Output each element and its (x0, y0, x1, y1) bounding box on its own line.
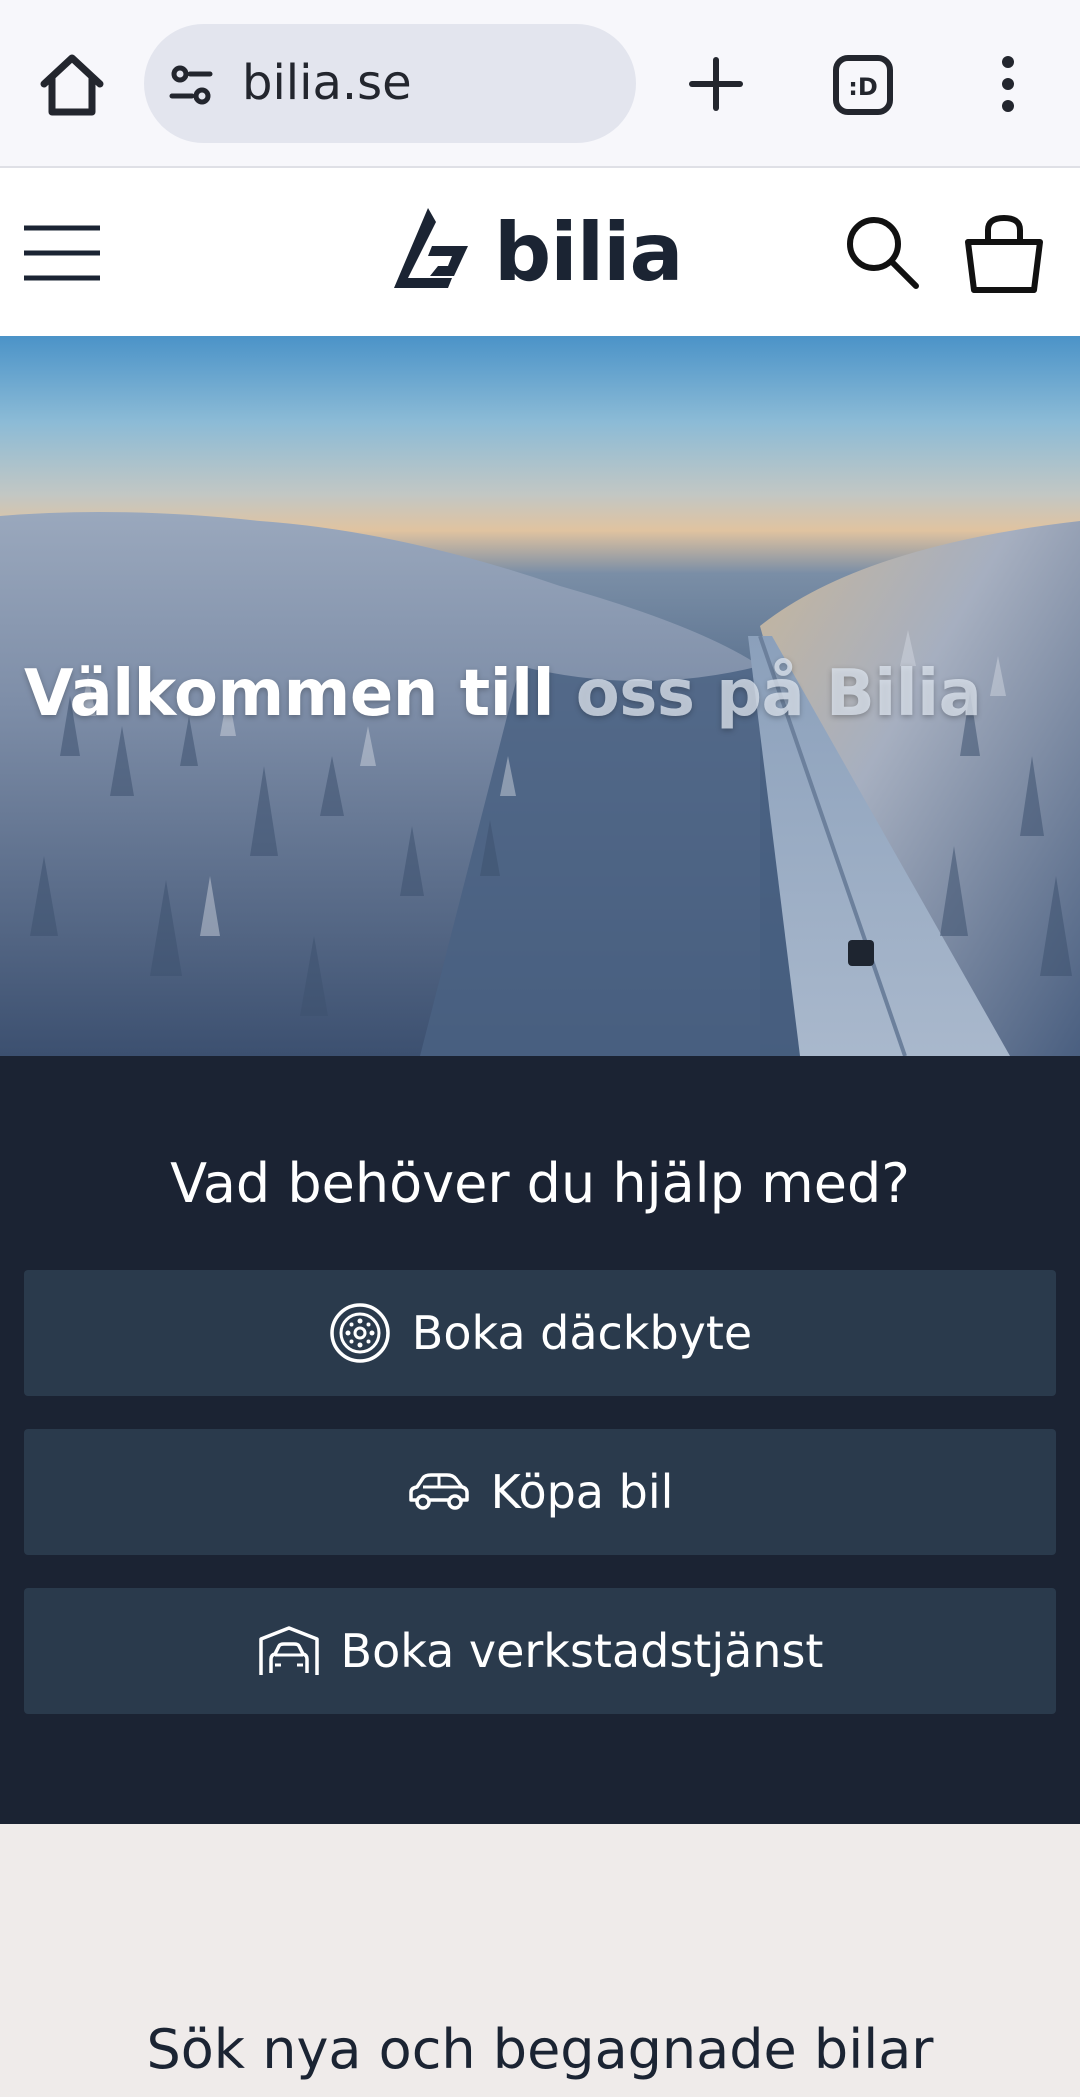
help-heading: Vad behöver du hjälp med? (170, 1152, 910, 1215)
book-tire-change-label: Boka däckbyte (411, 1306, 753, 1360)
bilia-logo[interactable]: bilia (392, 204, 684, 300)
tire-icon (328, 1301, 392, 1365)
shopping-bag-icon[interactable] (962, 212, 1046, 296)
book-workshop-service-button[interactable]: Boka verkstadstjänst (24, 1588, 1056, 1714)
more-vert-icon[interactable] (984, 52, 1032, 116)
book-workshop-service-label: Boka verkstadstjänst (340, 1624, 824, 1678)
garage-icon (257, 1619, 321, 1683)
buy-car-button[interactable]: Köpa bil (24, 1429, 1056, 1555)
home-icon[interactable] (36, 50, 108, 120)
buy-car-label: Köpa bil (490, 1465, 674, 1519)
car-search-section: Sök nya och begagnade bilar (0, 1824, 1080, 2097)
tab-count-badge: :D (848, 73, 878, 101)
car-icon (407, 1460, 471, 1524)
hero-title-primary: Välkommen till (24, 657, 555, 731)
site-settings-icon[interactable] (168, 62, 214, 108)
hamburger-menu-icon[interactable] (20, 222, 106, 284)
url-text[interactable]: bilia.se (242, 54, 412, 112)
book-tire-change-button[interactable]: Boka däckbyte (24, 1270, 1056, 1396)
browser-toolbar: bilia.se :D (0, 0, 1080, 168)
logo-text: bilia (494, 206, 684, 299)
hero-banner: Välkommen till oss på Bilia (0, 336, 1080, 1056)
bilia-logo-mark (394, 208, 468, 288)
hero-title: Välkommen till oss på Bilia (24, 654, 982, 734)
tab-switcher-icon[interactable]: :D (832, 54, 894, 116)
hero-title-secondary: oss på Bilia (554, 657, 982, 731)
new-tab-icon[interactable] (684, 52, 748, 116)
address-bar[interactable]: bilia.se (144, 24, 636, 143)
help-section: Vad behöver du hjälp med? Boka däckbyte (0, 1056, 1080, 1824)
site-header: bilia (0, 168, 1080, 336)
car-search-heading: Sök nya och begagnade bilar (146, 2018, 934, 2081)
search-icon[interactable] (842, 212, 922, 292)
